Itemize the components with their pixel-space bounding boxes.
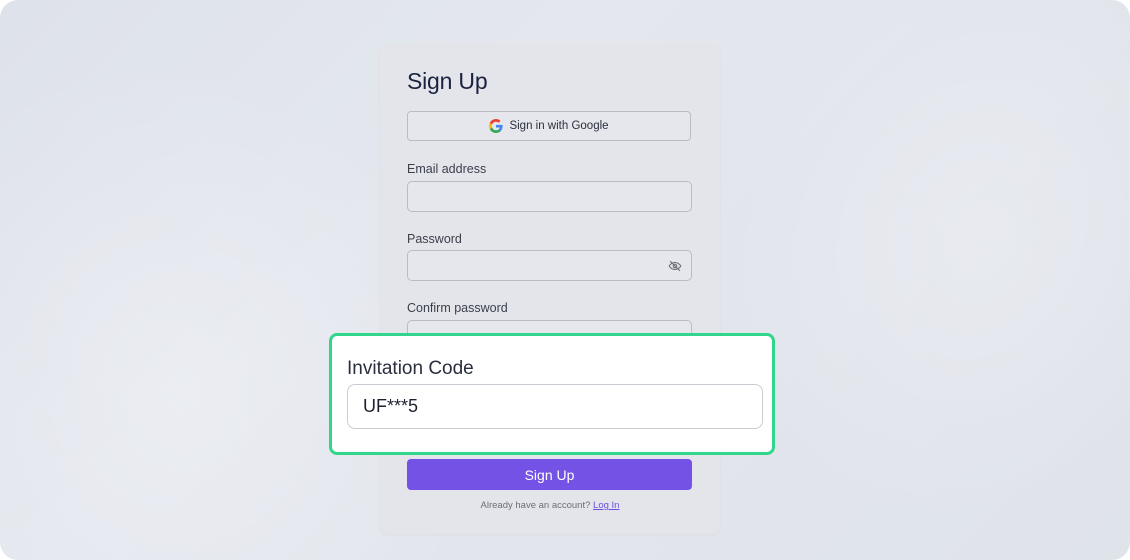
invitation-code-highlight: Invitation Code UF***5 [329,333,775,455]
login-prompt-text: Already have an account? [480,500,591,511]
invitation-code-input[interactable]: UF***5 [347,384,763,429]
invitation-code-value: UF***5 [363,396,419,416]
background: Sign Up Sign in with Google Email addres… [0,0,1130,560]
eye-off-icon[interactable] [668,259,682,273]
login-prompt: Already have an account? Log In [380,500,720,511]
login-link[interactable]: Log In [593,500,619,511]
email-label: Email address [407,162,487,176]
signup-card: Sign Up Sign in with Google Email addres… [380,44,720,534]
google-button-label: Sign in with Google [509,120,609,132]
password-label: Password [407,232,462,246]
page-title: Sign Up [407,68,488,94]
password-field[interactable] [407,250,692,281]
email-field[interactable] [407,181,692,212]
sign-up-button[interactable]: Sign Up [407,459,692,490]
google-icon [489,119,504,133]
confirm-password-label: Confirm password [407,301,508,315]
google-signin-button[interactable]: Sign in with Google [407,111,691,141]
invitation-code-label: Invitation Code [347,358,474,379]
